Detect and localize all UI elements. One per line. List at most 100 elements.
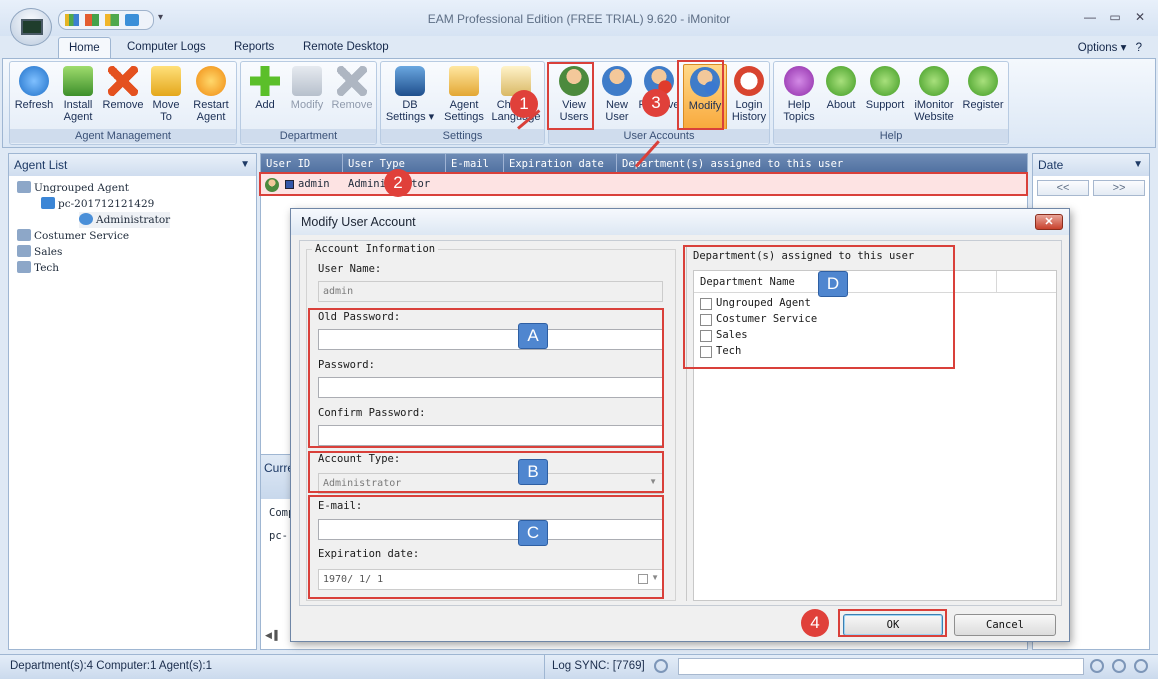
minimize-icon[interactable]: — bbox=[1081, 10, 1099, 24]
highlight-departments bbox=[683, 245, 955, 369]
login-history-button[interactable]: Login History bbox=[729, 64, 769, 123]
options-menu[interactable]: Options ▾ ? bbox=[1078, 40, 1142, 54]
refresh-button[interactable]: Refresh bbox=[12, 64, 56, 111]
column-departments[interactable]: Department(s) assigned to this user bbox=[617, 154, 1027, 174]
column-divider bbox=[996, 271, 997, 293]
group-icon bbox=[17, 261, 31, 273]
tag-a: A bbox=[518, 323, 548, 349]
db-settings-button[interactable]: DB Settings ▾ bbox=[385, 64, 435, 123]
refresh-icon bbox=[19, 66, 49, 96]
highlight-view-users bbox=[547, 62, 594, 130]
group-label-department: Department bbox=[241, 129, 376, 143]
agent-list-panel: Agent List ▼ Ungrouped Agent pc-201712121… bbox=[8, 153, 257, 650]
tree-item-administrator[interactable]: Administrator bbox=[79, 212, 171, 228]
move-to-button[interactable]: Move To bbox=[148, 64, 184, 123]
agent-settings-button[interactable]: Agent Settings bbox=[441, 64, 487, 123]
window-title: EAM Professional Edition (FREE TRIAL) 9.… bbox=[427, 12, 731, 26]
remove-department-button[interactable]: Remove bbox=[329, 64, 375, 111]
search-icon[interactable] bbox=[654, 659, 668, 673]
ribbon-tabs: Home Computer Logs Reports Remote Deskto… bbox=[0, 36, 1158, 58]
database-icon bbox=[395, 66, 425, 96]
restart-agent-button[interactable]: Restart Agent bbox=[188, 64, 234, 123]
highlight-password-fields bbox=[308, 308, 664, 448]
zoom-in-icon[interactable] bbox=[1090, 659, 1104, 673]
column-expiration-date[interactable]: Expiration date bbox=[504, 154, 617, 174]
modify-department-button[interactable]: Modify bbox=[285, 64, 329, 111]
tree-item-costumer-service[interactable]: Costumer Service bbox=[17, 228, 129, 244]
cancel-button[interactable]: Cancel bbox=[954, 614, 1056, 636]
imonitor-website-button[interactable]: iMonitor Website bbox=[908, 64, 960, 123]
remove-x-icon bbox=[337, 66, 367, 96]
register-button[interactable]: Register bbox=[960, 64, 1006, 111]
tab-computer-logs[interactable]: Computer Logs bbox=[117, 37, 216, 58]
folder-move-icon bbox=[151, 66, 181, 96]
install-icon bbox=[63, 66, 93, 96]
column-user-id[interactable]: User ID bbox=[261, 154, 343, 174]
user-icon bbox=[79, 213, 93, 225]
settings-gear-icon bbox=[449, 66, 479, 96]
cart-icon bbox=[968, 66, 998, 96]
maximize-icon[interactable]: ▭ bbox=[1106, 10, 1124, 24]
app-menu-button[interactable] bbox=[10, 8, 52, 46]
tree-item-ungrouped-agent[interactable]: Ungrouped Agent bbox=[17, 180, 129, 196]
group-label-help: Help bbox=[774, 129, 1008, 143]
user-name-field: admin bbox=[318, 281, 663, 302]
remove-agent-button[interactable]: Remove bbox=[100, 64, 146, 111]
column-email[interactable]: E-mail bbox=[446, 154, 504, 174]
panel-dropdown-icon[interactable]: ▼ bbox=[240, 154, 250, 176]
group-icon bbox=[17, 229, 31, 241]
group-department: Add Modify Remove Department bbox=[240, 61, 377, 145]
account-info-legend: Account Information bbox=[312, 243, 439, 255]
login-history-icon bbox=[734, 66, 764, 96]
tag-d: D bbox=[818, 271, 848, 297]
add-plus-icon bbox=[250, 66, 280, 96]
help-topics-button[interactable]: Help Topics bbox=[776, 64, 822, 123]
prev-date-button[interactable]: << bbox=[1037, 180, 1089, 196]
computer-icon bbox=[41, 197, 55, 209]
highlight-account-type bbox=[308, 451, 664, 493]
status-summary: Department(s):4 Computer:1 Agent(s):1 bbox=[10, 660, 212, 672]
zoom-reset-icon[interactable] bbox=[1134, 659, 1148, 673]
home-icon bbox=[919, 66, 949, 96]
status-divider bbox=[544, 655, 545, 679]
about-button[interactable]: About bbox=[822, 64, 860, 111]
tag-b: B bbox=[518, 459, 548, 485]
agent-list-header: Agent List ▼ bbox=[9, 154, 256, 176]
group-label-settings: Settings bbox=[381, 129, 544, 143]
edit-icon bbox=[292, 66, 322, 96]
support-button[interactable]: Support bbox=[862, 64, 908, 111]
highlight-user-row bbox=[259, 172, 1028, 196]
panel-dropdown-icon[interactable]: ▼ bbox=[1133, 154, 1143, 176]
log-sync-status: Log SYNC: [7769] bbox=[552, 660, 645, 672]
group-label-agent-management: Agent Management bbox=[10, 129, 236, 143]
dialog-title: Modify User Account bbox=[291, 209, 1069, 235]
step-3-marker: 3 bbox=[642, 89, 670, 117]
new-user-button[interactable]: New User bbox=[599, 64, 635, 123]
tree-item-computer[interactable]: pc-201712121429 bbox=[41, 196, 154, 212]
about-icon bbox=[826, 66, 856, 96]
log-search-input[interactable] bbox=[678, 658, 1084, 675]
support-icon bbox=[870, 66, 900, 96]
install-agent-button[interactable]: Install Agent bbox=[58, 64, 98, 123]
tab-reports[interactable]: Reports bbox=[224, 37, 284, 58]
dialog-close-icon[interactable]: ✕ bbox=[1035, 214, 1063, 230]
tab-remote-desktop[interactable]: Remote Desktop bbox=[293, 37, 399, 58]
next-date-button[interactable]: >> bbox=[1093, 180, 1145, 196]
user-name-label: User Name: bbox=[318, 263, 382, 275]
step-1-marker: 1 bbox=[510, 90, 538, 118]
tag-c: C bbox=[518, 520, 548, 546]
zoom-out-icon[interactable] bbox=[1112, 659, 1126, 673]
lower-grid-cell: pc- bbox=[269, 530, 288, 542]
highlight-ok-button bbox=[838, 609, 947, 637]
group-agent-management: Refresh Install Agent Remove Move To Res… bbox=[9, 61, 237, 145]
group-help: Help Topics About Support iMonitor Websi… bbox=[773, 61, 1009, 145]
date-header: Date ▼ bbox=[1033, 154, 1149, 176]
close-window-icon[interactable]: ✕ bbox=[1131, 10, 1149, 24]
tree-item-tech[interactable]: Tech bbox=[17, 260, 59, 276]
add-department-button[interactable]: Add bbox=[247, 64, 283, 111]
tab-home[interactable]: Home bbox=[58, 37, 111, 58]
options-label: Options bbox=[1077, 42, 1118, 54]
help-icon bbox=[784, 66, 814, 96]
step-2-marker: 2 bbox=[384, 169, 412, 197]
tree-item-sales[interactable]: Sales bbox=[17, 244, 62, 260]
